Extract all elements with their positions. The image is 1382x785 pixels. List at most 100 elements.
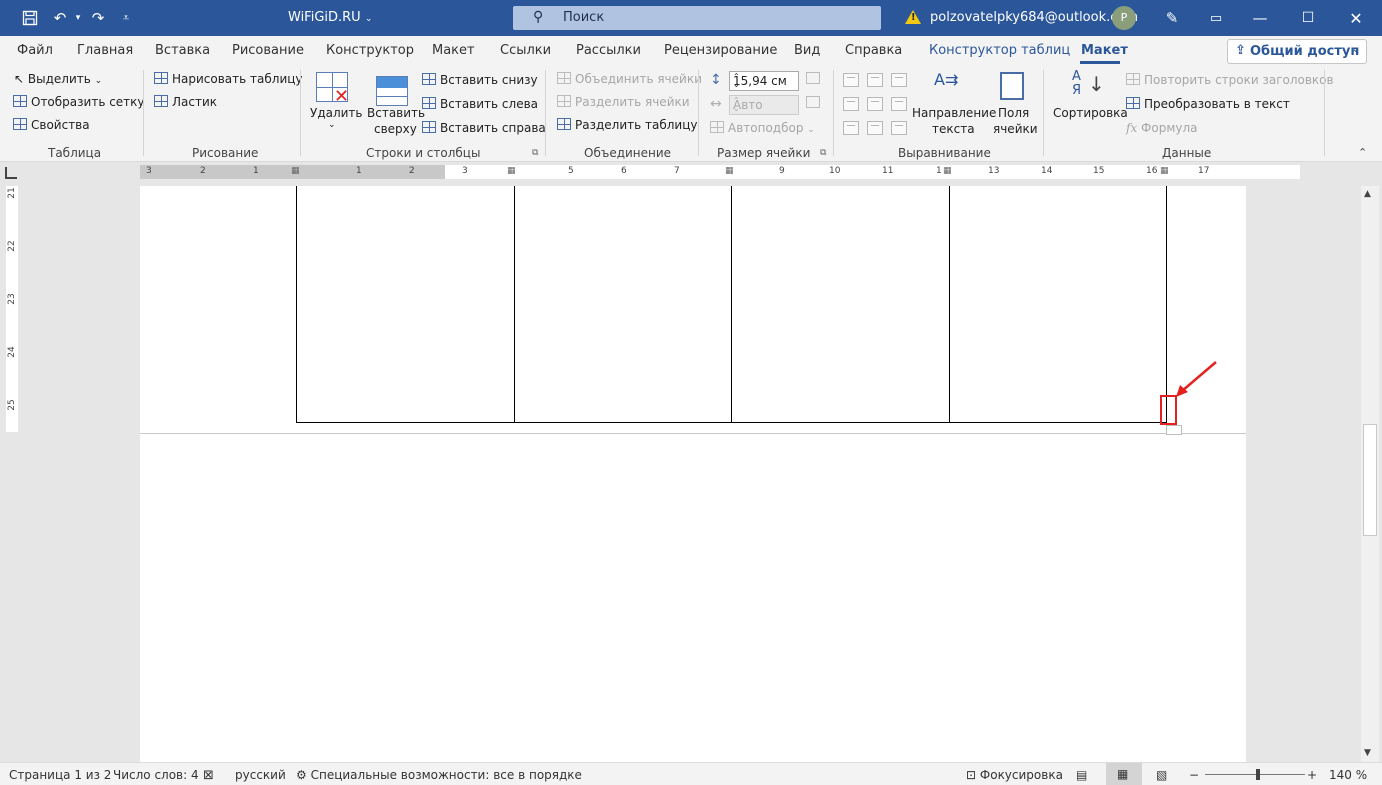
warning-icon[interactable]: ! bbox=[905, 10, 921, 24]
horizontal-ruler[interactable]: 3 2 1 1 2 3 5 6 7 9 10 11 1 13 14 15 16 … bbox=[140, 165, 1300, 179]
autofit-button[interactable]: Автоподбор ⌄ bbox=[710, 121, 815, 135]
align-bottom-right-icon[interactable] bbox=[891, 121, 907, 135]
scroll-thumb[interactable] bbox=[1363, 424, 1377, 536]
print-layout-icon[interactable]: ▦ bbox=[1106, 763, 1142, 785]
cell-height-input[interactable]: 15,94 см ⌃ ⌄ bbox=[729, 71, 799, 91]
focus-button[interactable]: ⊡ Фокусировка bbox=[966, 768, 1063, 782]
collapse-ribbon-icon[interactable]: ⌃ bbox=[1358, 146, 1367, 159]
repeat-header-rows-button[interactable]: Повторить строки заголовков bbox=[1126, 73, 1334, 87]
select-button[interactable]: ↖ Выделить ⌄ bbox=[14, 72, 102, 86]
proofing-icon[interactable]: ⊠ bbox=[203, 768, 214, 783]
read-mode-icon[interactable]: ▤ bbox=[1076, 768, 1087, 782]
align-top-left-icon[interactable] bbox=[843, 73, 859, 87]
accessibility-status[interactable]: ⚙ Специальные возможности: все в порядке bbox=[296, 768, 582, 782]
group-label-draw: Рисование bbox=[192, 146, 259, 160]
align-middle-center-icon[interactable] bbox=[867, 97, 883, 111]
pen-icon[interactable]: ✎ bbox=[1162, 8, 1182, 28]
table-border-bottom[interactable] bbox=[296, 422, 1167, 423]
zoom-in-icon[interactable]: + bbox=[1307, 768, 1317, 782]
align-middle-left-icon[interactable] bbox=[843, 97, 859, 111]
dialog-launcher-icon[interactable]: ⧉ bbox=[532, 148, 538, 158]
minimize-icon[interactable]: — bbox=[1250, 8, 1270, 28]
align-middle-right-icon[interactable] bbox=[891, 97, 907, 111]
split-table-button[interactable]: Разделить таблицу bbox=[557, 118, 697, 132]
vertical-scrollbar[interactable]: ▲ ▼ bbox=[1361, 186, 1379, 762]
tab-design[interactable]: Конструктор bbox=[326, 43, 414, 58]
table-resize-handle[interactable] bbox=[1166, 425, 1182, 435]
align-top-center-icon[interactable] bbox=[867, 73, 883, 87]
draw-table-button[interactable]: Нарисовать таблицу bbox=[154, 72, 303, 86]
share-button[interactable]: ⇪ Общий доступ ⌄ bbox=[1227, 39, 1367, 64]
web-layout-icon[interactable]: ▧ bbox=[1156, 768, 1167, 782]
zoom-slider-thumb[interactable] bbox=[1256, 769, 1260, 780]
page-count[interactable]: Страница 1 из 2 bbox=[9, 768, 111, 782]
word-count[interactable]: Число слов: 4 bbox=[113, 768, 199, 782]
maximize-icon[interactable]: ☐ bbox=[1298, 8, 1318, 28]
tab-table-layout[interactable]: Макет bbox=[1081, 43, 1128, 58]
zoom-out-icon[interactable]: − bbox=[1189, 768, 1199, 782]
group-label-cell-size: Размер ячейки bbox=[717, 146, 811, 160]
scroll-up-icon[interactable]: ▲ bbox=[1364, 189, 1371, 199]
tab-table-design[interactable]: Конструктор таблиц bbox=[929, 43, 1070, 58]
customize-toolbar-icon[interactable]: ⩡ bbox=[116, 8, 136, 28]
close-icon[interactable]: ✕ bbox=[1346, 8, 1366, 28]
tab-draw[interactable]: Рисование bbox=[232, 43, 304, 58]
account-email[interactable]: polzovatelpky684@outlook.com bbox=[930, 10, 1138, 25]
cell-width-input[interactable]: Авто ⌃ ⌄ bbox=[729, 95, 799, 115]
tab-insert[interactable]: Вставка bbox=[155, 43, 210, 58]
eraser-button[interactable]: Ластик bbox=[154, 95, 217, 109]
tab-help[interactable]: Справка bbox=[845, 43, 902, 58]
distribute-columns-icon[interactable] bbox=[806, 96, 820, 108]
scroll-down-icon[interactable]: ▼ bbox=[1364, 748, 1371, 758]
table-border-left[interactable] bbox=[296, 186, 297, 423]
zoom-slider[interactable] bbox=[1205, 774, 1305, 775]
column-marker-icon[interactable]: ▦ bbox=[943, 166, 952, 176]
insert-right-button[interactable]: Вставить справа bbox=[422, 121, 546, 135]
table-border-right[interactable] bbox=[1166, 186, 1167, 423]
language[interactable]: русский bbox=[235, 768, 286, 782]
table-column-border[interactable] bbox=[514, 186, 515, 423]
tab-view[interactable]: Вид bbox=[794, 43, 820, 58]
insert-left-button[interactable]: Вставить слева bbox=[422, 97, 538, 111]
search-box[interactable]: ⚲ Поиск bbox=[513, 6, 881, 30]
properties-button[interactable]: Свойства bbox=[13, 118, 90, 132]
save-icon[interactable] bbox=[20, 8, 40, 28]
sort-icon: AЯ bbox=[1072, 69, 1082, 98]
table-column-border[interactable] bbox=[731, 186, 732, 423]
formula-button[interactable]: fx Формула bbox=[1126, 121, 1198, 135]
vertical-ruler[interactable]: 21 22 23 24 25 bbox=[6, 186, 18, 432]
column-marker-icon[interactable]: ▦ bbox=[291, 166, 300, 176]
redo-icon[interactable]: ↷ bbox=[88, 8, 108, 28]
tab-references[interactable]: Ссылки bbox=[500, 43, 551, 58]
split-cells-button[interactable]: Разделить ячейки bbox=[557, 95, 690, 109]
tab-mailings[interactable]: Рассылки bbox=[576, 43, 641, 58]
document-page[interactable] bbox=[140, 186, 1246, 762]
undo-icon[interactable]: ↶ bbox=[50, 8, 70, 28]
dialog-launcher-icon[interactable]: ⧉ bbox=[820, 148, 826, 158]
insert-below-button[interactable]: Вставить снизу bbox=[422, 73, 538, 87]
show-grid-button[interactable]: Отобразить сетку bbox=[13, 95, 145, 109]
tab-layout[interactable]: Макет bbox=[432, 43, 475, 58]
tab-home[interactable]: Главная bbox=[77, 43, 133, 58]
merge-cells-button[interactable]: Объединить ячейки bbox=[557, 72, 702, 86]
column-marker-icon[interactable]: ▦ bbox=[1160, 166, 1169, 176]
table-column-border[interactable] bbox=[949, 186, 950, 423]
tab-review[interactable]: Рецензирование bbox=[664, 43, 777, 58]
tab-stop-selector[interactable] bbox=[5, 167, 17, 179]
align-top-right-icon[interactable] bbox=[891, 73, 907, 87]
avatar[interactable]: P bbox=[1112, 6, 1136, 30]
document-title[interactable]: WiFiGiD.RU ⌄ bbox=[288, 10, 372, 25]
distribute-rows-icon[interactable] bbox=[806, 72, 820, 84]
align-bottom-left-icon[interactable] bbox=[843, 121, 859, 135]
group-label-data: Данные bbox=[1162, 146, 1212, 160]
convert-to-text-button[interactable]: Преобразовать в текст bbox=[1126, 97, 1290, 111]
column-marker-icon[interactable]: ▦ bbox=[507, 166, 516, 176]
undo-dropdown-icon[interactable]: ▾ bbox=[68, 8, 88, 28]
zoom-level[interactable]: 140 % bbox=[1329, 768, 1367, 782]
column-marker-icon[interactable]: ▦ bbox=[725, 166, 734, 176]
align-bottom-center-icon[interactable] bbox=[867, 121, 883, 135]
sort-arrow-icon: ↓ bbox=[1088, 72, 1105, 96]
ribbon-display-icon[interactable]: ▭ bbox=[1206, 8, 1226, 28]
tab-file[interactable]: Файл bbox=[17, 43, 53, 58]
group-label-table: Таблица bbox=[48, 146, 102, 160]
